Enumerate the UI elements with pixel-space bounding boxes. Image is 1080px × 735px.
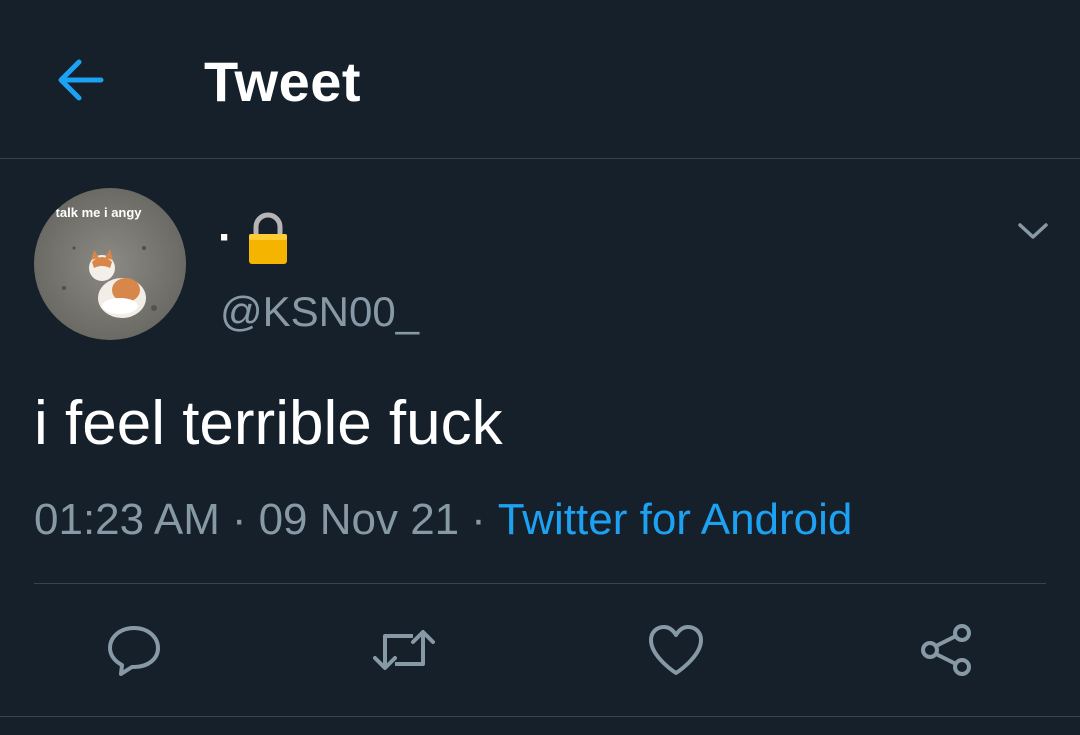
back-button[interactable] <box>48 52 112 108</box>
divider <box>0 716 1080 717</box>
top-app-bar: Tweet <box>0 0 1080 159</box>
arrow-left-icon <box>58 59 104 101</box>
chevron-down-icon <box>1018 223 1048 239</box>
share-icon <box>921 624 971 676</box>
tweet-date: 09 Nov 21 <box>258 495 460 544</box>
tweet-screen: Tweet o talk me i angy · @KSN00_ i feel … <box>0 0 1080 735</box>
comment-icon <box>108 626 160 676</box>
meta-separator: · <box>231 495 247 544</box>
tweet-source-link[interactable]: Twitter for Android <box>498 495 853 544</box>
display-name-text: · <box>218 213 233 262</box>
heart-icon <box>649 625 703 675</box>
divider <box>34 583 1046 584</box>
like-button[interactable] <box>644 618 708 682</box>
share-button[interactable] <box>914 618 978 682</box>
avatar-caption: o talk me i angy <box>44 205 142 220</box>
tweet-meta: 01:23 AM · 09 Nov 21 · Twitter for Android <box>34 492 852 548</box>
meta-separator: · <box>471 495 486 544</box>
action-bar <box>0 590 1080 710</box>
avatar-image: o talk me i angy <box>34 188 186 340</box>
reply-button[interactable] <box>102 618 166 682</box>
avatar[interactable]: o talk me i angy <box>34 188 186 340</box>
lock-icon <box>248 212 287 264</box>
display-name[interactable]: · <box>218 208 289 268</box>
tweet-text: i feel terrible fuck <box>34 389 503 458</box>
tweet-time: 01:23 AM <box>34 495 220 544</box>
tweet-options-button[interactable] <box>1008 206 1058 256</box>
user-handle[interactable]: @KSN00_ <box>220 286 419 338</box>
page-title: Tweet <box>204 50 362 113</box>
retweet-icon <box>373 630 435 670</box>
retweet-button[interactable] <box>372 618 436 682</box>
